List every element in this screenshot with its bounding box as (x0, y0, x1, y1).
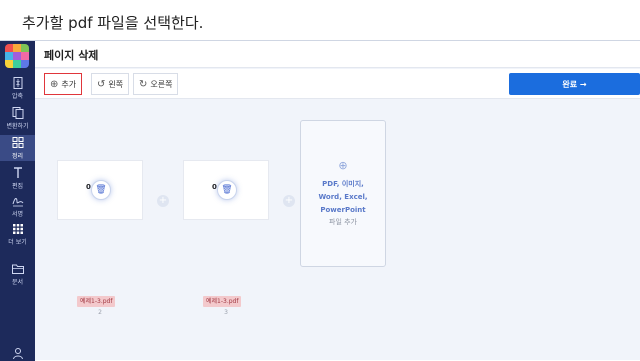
logo-tile (21, 60, 29, 68)
sidebar-item-label: 변환하기 (6, 123, 29, 130)
file-types-line: PowerPoint (320, 206, 366, 214)
rotate-left-label: 왼쪽 (108, 79, 124, 89)
sidebar-item-label: 편집 (11, 183, 24, 190)
file-types-line: PDF, 이미지, (322, 180, 364, 188)
add-button-label: 추가 (61, 79, 77, 89)
folder-icon (11, 264, 24, 274)
logo-tile (21, 52, 29, 60)
compress-icon (13, 77, 22, 89)
logo-tile (13, 60, 21, 68)
page-canvas: 0 🗑 + 0 🗑 + 예제1-3.pdf 2 예제1-3.pdf 3 ⊕ PD… (35, 100, 640, 361)
sidebar-item-label: 서명 (11, 211, 24, 218)
sidebar: 압축 변환하기 정리 편집 서명 더 보기 문서 (0, 41, 35, 361)
sidebar-item-edit[interactable]: 편집 (0, 167, 35, 191)
more-grid-icon (12, 224, 23, 234)
insert-gap-button[interactable]: + (283, 195, 295, 207)
file-name-tag: 예제1-3.pdf (203, 296, 242, 307)
page-title: 페이지 삭제 (44, 49, 99, 62)
page-thumbnail[interactable]: 0 🗑 (183, 160, 269, 220)
user-icon (12, 348, 23, 359)
trash-icon: 🗑 (221, 185, 233, 195)
sidebar-item-sign[interactable]: 서명 (0, 195, 35, 219)
add-file-dropzone[interactable]: ⊕ PDF, 이미지, Word, Excel, PowerPoint 파일 추… (300, 120, 386, 267)
sidebar-item-label: 더 보기 (8, 239, 27, 246)
file-name-tag: 예제1-3.pdf (77, 296, 116, 307)
logo-tile (13, 52, 21, 60)
add-button[interactable]: ⊕ 추가 (44, 73, 83, 95)
grid-icon (12, 137, 23, 148)
delete-page-button[interactable]: 🗑 (217, 180, 237, 200)
plus-icon: + (284, 195, 294, 206)
sidebar-item-label: 압축 (11, 93, 24, 100)
plus-icon: + (158, 195, 168, 206)
trash-icon: 🗑 (95, 185, 107, 195)
rotate-left-icon: ↺ (97, 78, 106, 90)
toolbar: ⊕ 추가 ↺ 왼쪽 ↻ 오른쪽 완료 → (35, 69, 640, 99)
app-logo[interactable] (5, 44, 29, 68)
file-types-text: PDF, 이미지, Word, Excel, PowerPoint (301, 178, 385, 217)
signature-icon (12, 198, 23, 207)
rotate-right-icon: ↻ (139, 78, 148, 90)
rotate-right-button[interactable]: ↻ 오른쪽 (133, 73, 179, 95)
logo-tile (21, 44, 29, 52)
add-file-label: 파일 추가 (329, 218, 357, 226)
page-number: 2 (98, 309, 102, 316)
sidebar-item-organize[interactable]: 정리 (0, 135, 35, 161)
logo-tile (13, 44, 21, 52)
instruction-text: 추가할 pdf 파일을 선택한다. (22, 14, 204, 32)
logo-tile (5, 44, 13, 52)
plus-circle-icon: ⊕ (338, 159, 348, 172)
header-bar: 페이지 삭제 (35, 41, 640, 68)
sidebar-item-more[interactable]: 더 보기 (0, 223, 35, 247)
insert-gap-button[interactable]: + (157, 195, 169, 207)
sidebar-item-compress[interactable]: 압축 (0, 77, 35, 101)
sidebar-item-documents[interactable]: 문서 (0, 263, 35, 287)
sidebar-item-convert[interactable]: 변환하기 (0, 107, 35, 131)
rotate-left-button[interactable]: ↺ 왼쪽 (91, 73, 130, 95)
file-types-line: Word, Excel, (318, 193, 368, 201)
plus-circle-icon: ⊕ (50, 78, 59, 90)
logo-tile (5, 52, 13, 60)
sidebar-item-account[interactable] (0, 347, 35, 361)
rotate-right-label: 오른쪽 (150, 79, 173, 89)
sidebar-item-label: 정리 (11, 153, 24, 160)
page-number: 3 (224, 309, 228, 316)
done-button[interactable]: 완료 → (509, 73, 640, 95)
page-thumbnail[interactable]: 0 🗑 (57, 160, 143, 220)
app-window: 압축 변환하기 정리 편집 서명 더 보기 문서 페이지 삭제 ⊕ 추가 ↺ 왼… (0, 40, 640, 361)
convert-icon (12, 107, 23, 119)
text-edit-icon (13, 167, 22, 178)
delete-page-button[interactable]: 🗑 (91, 180, 111, 200)
sidebar-item-label: 문서 (11, 279, 24, 286)
logo-tile (5, 60, 13, 68)
